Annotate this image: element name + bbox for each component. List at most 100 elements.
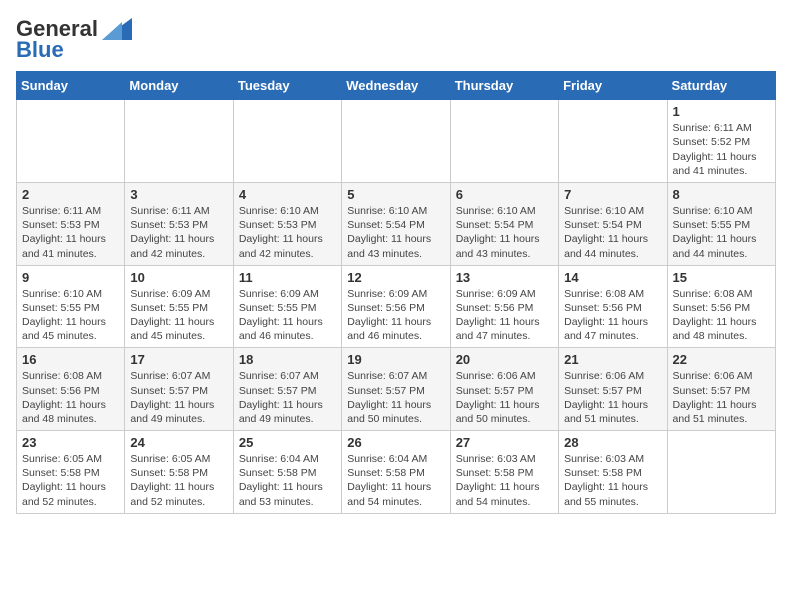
day-number: 4 [239, 187, 336, 202]
day-info: Sunrise: 6:06 AM Sunset: 5:57 PM Dayligh… [456, 369, 553, 426]
day-info: Sunrise: 6:06 AM Sunset: 5:57 PM Dayligh… [673, 369, 770, 426]
calendar-cell: 5 Sunrise: 6:10 AM Sunset: 5:54 PM Daylig… [342, 182, 450, 265]
calendar-cell [125, 100, 233, 183]
calendar-cell: 19 Sunrise: 6:07 AM Sunset: 5:57 PM Dayli… [342, 348, 450, 431]
day-info: Sunrise: 6:10 AM Sunset: 5:54 PM Dayligh… [456, 204, 553, 261]
day-number: 18 [239, 352, 336, 367]
day-number: 20 [456, 352, 553, 367]
calendar-cell: 15 Sunrise: 6:08 AM Sunset: 5:56 PM Dayli… [667, 265, 775, 348]
calendar-cell: 8 Sunrise: 6:10 AM Sunset: 5:55 PM Daylig… [667, 182, 775, 265]
day-number: 26 [347, 435, 444, 450]
day-info: Sunrise: 6:07 AM Sunset: 5:57 PM Dayligh… [239, 369, 336, 426]
calendar-week-row: 9 Sunrise: 6:10 AM Sunset: 5:55 PM Daylig… [17, 265, 776, 348]
day-number: 6 [456, 187, 553, 202]
calendar-week-row: 23 Sunrise: 6:05 AM Sunset: 5:58 PM Dayli… [17, 431, 776, 514]
logo: General Blue [16, 16, 132, 63]
day-info: Sunrise: 6:11 AM Sunset: 5:53 PM Dayligh… [130, 204, 227, 261]
day-number: 11 [239, 270, 336, 285]
day-header-monday: Monday [125, 72, 233, 100]
calendar-cell: 2 Sunrise: 6:11 AM Sunset: 5:53 PM Daylig… [17, 182, 125, 265]
day-info: Sunrise: 6:09 AM Sunset: 5:55 PM Dayligh… [130, 287, 227, 344]
calendar-week-row: 2 Sunrise: 6:11 AM Sunset: 5:53 PM Daylig… [17, 182, 776, 265]
day-number: 1 [673, 104, 770, 119]
page-header: General Blue [16, 16, 776, 63]
day-info: Sunrise: 6:06 AM Sunset: 5:57 PM Dayligh… [564, 369, 661, 426]
calendar-week-row: 16 Sunrise: 6:08 AM Sunset: 5:56 PM Dayli… [17, 348, 776, 431]
day-number: 25 [239, 435, 336, 450]
day-info: Sunrise: 6:07 AM Sunset: 5:57 PM Dayligh… [347, 369, 444, 426]
calendar-cell [342, 100, 450, 183]
day-header-sunday: Sunday [17, 72, 125, 100]
day-info: Sunrise: 6:08 AM Sunset: 5:56 PM Dayligh… [673, 287, 770, 344]
calendar-week-row: 1 Sunrise: 6:11 AM Sunset: 5:52 PM Daylig… [17, 100, 776, 183]
day-info: Sunrise: 6:09 AM Sunset: 5:56 PM Dayligh… [347, 287, 444, 344]
day-info: Sunrise: 6:03 AM Sunset: 5:58 PM Dayligh… [564, 452, 661, 509]
day-number: 24 [130, 435, 227, 450]
day-info: Sunrise: 6:10 AM Sunset: 5:55 PM Dayligh… [673, 204, 770, 261]
day-number: 7 [564, 187, 661, 202]
day-number: 17 [130, 352, 227, 367]
day-number: 16 [22, 352, 119, 367]
day-header-thursday: Thursday [450, 72, 558, 100]
day-header-friday: Friday [559, 72, 667, 100]
day-number: 14 [564, 270, 661, 285]
day-number: 23 [22, 435, 119, 450]
day-info: Sunrise: 6:10 AM Sunset: 5:54 PM Dayligh… [564, 204, 661, 261]
calendar-cell: 9 Sunrise: 6:10 AM Sunset: 5:55 PM Daylig… [17, 265, 125, 348]
day-info: Sunrise: 6:04 AM Sunset: 5:58 PM Dayligh… [347, 452, 444, 509]
day-info: Sunrise: 6:05 AM Sunset: 5:58 PM Dayligh… [130, 452, 227, 509]
calendar: SundayMondayTuesdayWednesdayThursdayFrid… [16, 71, 776, 513]
calendar-cell: 22 Sunrise: 6:06 AM Sunset: 5:57 PM Dayli… [667, 348, 775, 431]
day-info: Sunrise: 6:04 AM Sunset: 5:58 PM Dayligh… [239, 452, 336, 509]
day-info: Sunrise: 6:08 AM Sunset: 5:56 PM Dayligh… [22, 369, 119, 426]
calendar-header-row: SundayMondayTuesdayWednesdayThursdayFrid… [17, 72, 776, 100]
calendar-cell: 21Sunrise: 6:06 AM Sunset: 5:57 PM Dayli… [559, 348, 667, 431]
calendar-cell: 24 Sunrise: 6:05 AM Sunset: 5:58 PM Dayli… [125, 431, 233, 514]
calendar-cell: 10 Sunrise: 6:09 AM Sunset: 5:55 PM Dayli… [125, 265, 233, 348]
calendar-cell: 23 Sunrise: 6:05 AM Sunset: 5:58 PM Dayli… [17, 431, 125, 514]
calendar-cell: 28 Sunrise: 6:03 AM Sunset: 5:58 PM Dayli… [559, 431, 667, 514]
calendar-cell: 7 Sunrise: 6:10 AM Sunset: 5:54 PM Daylig… [559, 182, 667, 265]
calendar-cell [559, 100, 667, 183]
day-info: Sunrise: 6:09 AM Sunset: 5:55 PM Dayligh… [239, 287, 336, 344]
calendar-cell: 26 Sunrise: 6:04 AM Sunset: 5:58 PM Dayli… [342, 431, 450, 514]
day-number: 8 [673, 187, 770, 202]
calendar-cell: 16 Sunrise: 6:08 AM Sunset: 5:56 PM Dayli… [17, 348, 125, 431]
day-number: 28 [564, 435, 661, 450]
day-number: 13 [456, 270, 553, 285]
day-header-saturday: Saturday [667, 72, 775, 100]
calendar-cell [450, 100, 558, 183]
day-number: 10 [130, 270, 227, 285]
day-info: Sunrise: 6:05 AM Sunset: 5:58 PM Dayligh… [22, 452, 119, 509]
day-number: 15 [673, 270, 770, 285]
day-info: Sunrise: 6:11 AM Sunset: 5:53 PM Dayligh… [22, 204, 119, 261]
calendar-cell: 12 Sunrise: 6:09 AM Sunset: 5:56 PM Dayli… [342, 265, 450, 348]
day-number: 9 [22, 270, 119, 285]
day-info: Sunrise: 6:10 AM Sunset: 5:55 PM Dayligh… [22, 287, 119, 344]
calendar-cell: 25 Sunrise: 6:04 AM Sunset: 5:58 PM Dayli… [233, 431, 341, 514]
logo-icon [102, 18, 132, 40]
calendar-cell: 6 Sunrise: 6:10 AM Sunset: 5:54 PM Daylig… [450, 182, 558, 265]
logo-blue: Blue [16, 37, 64, 63]
day-number: 3 [130, 187, 227, 202]
day-number: 12 [347, 270, 444, 285]
day-info: Sunrise: 6:11 AM Sunset: 5:52 PM Dayligh… [673, 121, 770, 178]
day-number: 5 [347, 187, 444, 202]
calendar-cell: 13 Sunrise: 6:09 AM Sunset: 5:56 PM Dayli… [450, 265, 558, 348]
day-number: 2 [22, 187, 119, 202]
day-number: 27 [456, 435, 553, 450]
day-info: Sunrise: 6:03 AM Sunset: 5:58 PM Dayligh… [456, 452, 553, 509]
calendar-cell: 1 Sunrise: 6:11 AM Sunset: 5:52 PM Daylig… [667, 100, 775, 183]
day-info: Sunrise: 6:07 AM Sunset: 5:57 PM Dayligh… [130, 369, 227, 426]
day-info: Sunrise: 6:08 AM Sunset: 5:56 PM Dayligh… [564, 287, 661, 344]
calendar-cell: 27 Sunrise: 6:03 AM Sunset: 5:58 PM Dayli… [450, 431, 558, 514]
calendar-cell: 18 Sunrise: 6:07 AM Sunset: 5:57 PM Dayli… [233, 348, 341, 431]
calendar-cell: 14 Sunrise: 6:08 AM Sunset: 5:56 PM Dayli… [559, 265, 667, 348]
day-info: Sunrise: 6:10 AM Sunset: 5:54 PM Dayligh… [347, 204, 444, 261]
day-header-wednesday: Wednesday [342, 72, 450, 100]
day-number: 19 [347, 352, 444, 367]
calendar-cell: 4Sunrise: 6:10 AM Sunset: 5:53 PM Daylig… [233, 182, 341, 265]
calendar-cell: 11 Sunrise: 6:09 AM Sunset: 5:55 PM Dayli… [233, 265, 341, 348]
day-number: 22 [673, 352, 770, 367]
day-info: Sunrise: 6:09 AM Sunset: 5:56 PM Dayligh… [456, 287, 553, 344]
